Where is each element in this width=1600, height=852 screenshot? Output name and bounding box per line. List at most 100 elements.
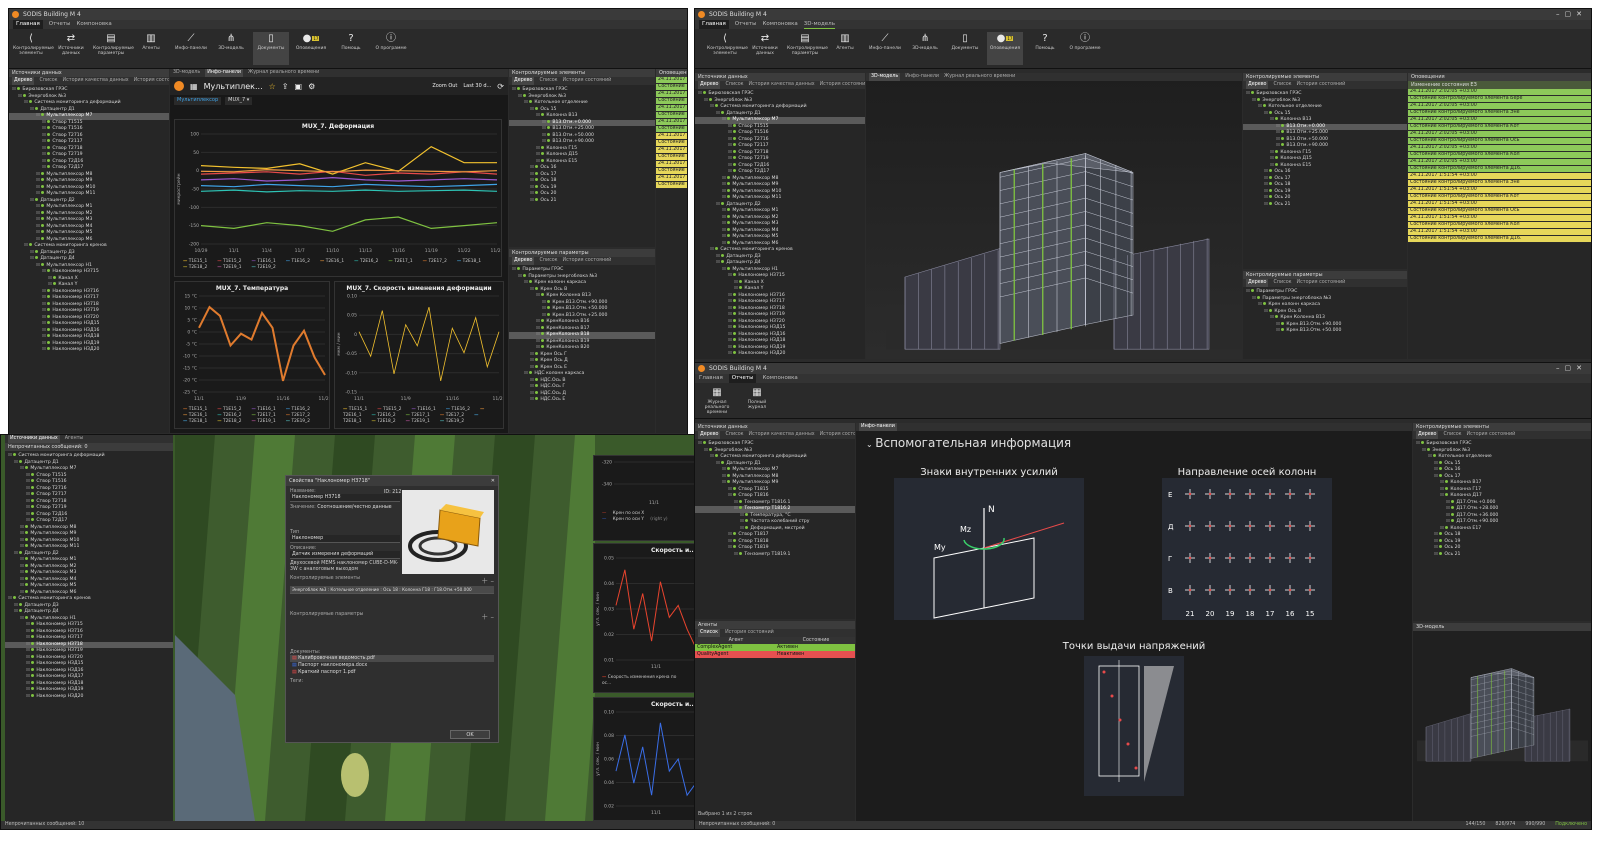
tab-infopanel[interactable]: Инфо-панели	[859, 423, 897, 431]
legend-item[interactable]: — T2E17_2	[423, 259, 452, 264]
ribbon-help-button[interactable]: ? Помощь	[1027, 32, 1063, 65]
3d-building-model-small[interactable]	[1413, 631, 1592, 819]
name-value[interactable]: Наклономер НЗ718	[290, 494, 400, 502]
ribbon-agents-button[interactable]: ▥ Агенты	[827, 32, 863, 65]
tree-item[interactable]: ⊟ Ось 21	[509, 197, 655, 205]
agent-row[interactable]: QualityAgent Неактивен	[695, 651, 855, 658]
alert-item[interactable]: 24.11.2017	[656, 91, 687, 98]
alert-item[interactable]: 24.11.2017	[656, 147, 687, 154]
tree-item[interactable]: ⊟ Ось 21	[1413, 551, 1591, 559]
ribbon-model-button[interactable]: ⋔ 3D-модель	[907, 32, 943, 65]
ribbon-data-source-button[interactable]: ⇄ Источники данных	[53, 32, 89, 65]
legend-item[interactable]: — T1E16_1	[251, 407, 280, 412]
alert-item[interactable]: Состояние контролируемого элемента Д16.	[1408, 166, 1591, 173]
window-controls[interactable]: –▢✕	[1556, 9, 1587, 20]
tab-3d-model[interactable]: 3D-модель	[173, 69, 200, 77]
legend-item[interactable]: — Скорость изменения крена по ос...	[602, 675, 676, 686]
legend-item[interactable]: — T1E16_1	[251, 259, 280, 264]
menu-components[interactable]: Компоновка	[762, 374, 797, 383]
alert-item[interactable]: 24.11.2017 2:02:05 +03:00	[1408, 159, 1591, 166]
alert-item[interactable]: 24.11.2017	[656, 119, 687, 126]
menu-main[interactable]: Главная	[13, 20, 43, 29]
legend-item[interactable]: — T1E15_2	[377, 407, 406, 412]
tab-list[interactable]: Список	[725, 431, 743, 439]
alert-item[interactable]: Состояние контролируемого элемента Д16.	[1408, 236, 1591, 243]
tree-item[interactable]: ⊟ Наклономер НЗД20	[695, 351, 865, 358]
alert-item[interactable]: 24.11.2017	[656, 175, 687, 182]
alert-item[interactable]: Состояние	[656, 182, 687, 189]
rate-x-plot[interactable]: 0.05 0.04 0.03 0.02 0.01 11/1 угл. сек. / мин	[594, 554, 700, 672]
tab-states[interactable]: История состояний	[1467, 431, 1516, 439]
type-value[interactable]: Наклономер	[290, 535, 400, 543]
tab-list[interactable]: Список	[698, 629, 721, 637]
legend-item[interactable]: — T2E19_1	[251, 419, 280, 424]
settings-gear-icon[interactable]: ⚙	[308, 82, 315, 91]
ribbon-info-button[interactable]: ⓘ О программе	[373, 32, 409, 65]
legend-item[interactable]: — T2E19_2	[251, 265, 280, 270]
alert-item[interactable]: 24.11.2017	[656, 133, 687, 140]
legend-item[interactable]: — T2E18_2	[217, 419, 246, 424]
tab-list[interactable]: Список	[39, 77, 57, 85]
legend-item[interactable]: — T1E16_1	[411, 407, 440, 412]
deformation-plot[interactable]: 100 50 0 -50 -100 -150 -20010/29 11/1 11/4 11/7 11…	[175, 130, 504, 256]
ribbon-model-button[interactable]: ⋔ 3D-модель	[213, 32, 249, 65]
legend-item[interactable]: — T2E17_1	[388, 259, 417, 264]
ribbon-data-source-button[interactable]: ⇄ Источники данных	[747, 32, 783, 65]
tab-3d-model[interactable]: 3D-модель	[869, 73, 901, 81]
tab-states[interactable]: История состояний	[1297, 81, 1346, 89]
alert-item[interactable]: 24.11.2017 1:51:54 +03:00	[1408, 229, 1591, 236]
ribbon-document-button[interactable]: ▯ Документы	[947, 32, 983, 65]
col-state[interactable]: Состояние	[775, 637, 855, 644]
window-controls[interactable]: –▢✕	[1556, 363, 1587, 374]
tab-agents[interactable]: Агенты	[65, 435, 83, 443]
alert-item[interactable]: 24.11.2017 1:51:54 +03:00	[1408, 187, 1591, 194]
legend-item[interactable]: — T1E15_1	[183, 259, 212, 264]
tab-tree[interactable]: Дерево	[1246, 81, 1269, 89]
menu-3d-model[interactable]: 3D-модель	[803, 20, 835, 29]
alert-item[interactable]: Состояние	[656, 140, 687, 147]
close-icon[interactable]: ✕	[491, 476, 495, 486]
menu-reports[interactable]: Отчеты	[735, 20, 757, 29]
tab-tree[interactable]: Дерево	[698, 81, 721, 89]
alert-item[interactable]: Состояние контролируемого элемента Бере	[1408, 96, 1591, 103]
ribbon-share-button[interactable]: ⟨ Контролируемые элементы	[707, 32, 748, 65]
alert-item[interactable]: Состояние	[656, 126, 687, 133]
tree-item[interactable]: ⊟ Наклономер НЗД20	[9, 347, 169, 354]
legend-item[interactable]: — T2E17_2	[286, 413, 315, 418]
alert-item[interactable]: Состояние контролируемого элемента Кол	[1408, 222, 1591, 229]
tree-item[interactable]: ⊟ НДС.Ось Е	[509, 397, 655, 404]
alert-item[interactable]: Состояние контролируемого элемента Ось	[1408, 138, 1591, 145]
ribbon-help-button[interactable]: ? Помощь	[333, 32, 369, 65]
star-icon[interactable]: ☆	[269, 82, 276, 91]
alert-item[interactable]: Состояние контролируемого элемента Эне	[1408, 180, 1591, 187]
alert-item[interactable]: 24.11.2017 1:51:54 +03:00	[1408, 201, 1591, 208]
dashboard-title[interactable]: Мультиплек...	[204, 82, 263, 91]
menu-main[interactable]: Главная	[699, 374, 723, 383]
save-icon[interactable]: ▣	[295, 82, 303, 91]
collapse-icon[interactable]: ⌄	[866, 440, 875, 449]
legend-item[interactable]: — T1E15_1	[343, 407, 372, 412]
heel-plot[interactable]: -320 -340 11/1	[594, 456, 700, 508]
legend-item[interactable]: — T2E18_2	[371, 419, 400, 424]
ribbon-chart-button[interactable]: ⟋ Инфо-панели	[173, 32, 209, 65]
legend-item[interactable]: — T2E18_2	[183, 265, 212, 270]
tree-item[interactable]: ⊟ Наклономер НЗД20	[5, 693, 173, 701]
ribbon-realtime-log-button[interactable]: ▦ Журнал реального времени	[699, 386, 735, 415]
refresh-icon[interactable]: ⟳	[497, 82, 504, 91]
alert-item[interactable]: Состояние	[656, 112, 687, 119]
legend-item[interactable]: — T2E16_2	[354, 259, 383, 264]
menu-reports[interactable]: Отчеты	[728, 374, 757, 383]
legend-item[interactable]: — T1E15_2	[217, 259, 246, 264]
legend-item[interactable]: — T2E19_2	[440, 419, 469, 424]
tab-states[interactable]: История состояний	[563, 77, 612, 85]
ribbon-agents-button[interactable]: ▥ Агенты	[133, 32, 169, 65]
tab-states[interactable]: История состояний	[725, 629, 774, 637]
legend-item[interactable]: — T2E19_1	[217, 265, 246, 270]
alert-item[interactable]: Состояние контролируемого элемента Ось	[1408, 208, 1591, 215]
legend-item[interactable]: — T2E16_1	[320, 259, 349, 264]
info-heading[interactable]: ⌄ Вспомогательная информация	[856, 431, 1412, 455]
menu-main[interactable]: Главная	[699, 20, 729, 29]
tab-sources[interactable]: Источники данных	[8, 435, 60, 443]
tab-list[interactable]: Список	[725, 81, 743, 89]
alert-item[interactable]: 24.11.2017	[656, 161, 687, 168]
